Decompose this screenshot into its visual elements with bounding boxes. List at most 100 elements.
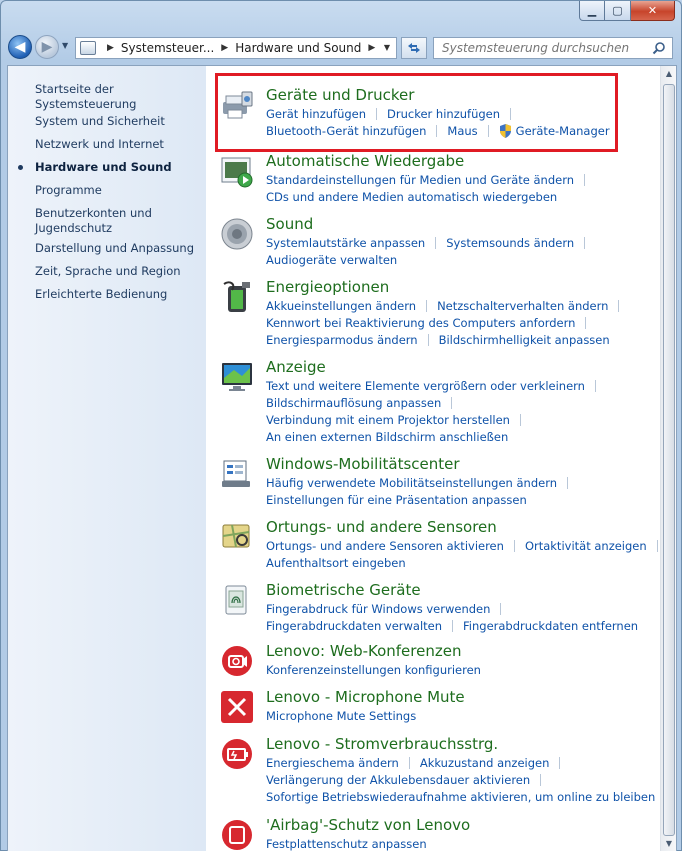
manage-fingerprint-link[interactable]: Fingerabdruckdaten verwalten: [266, 619, 442, 633]
sidebar-item-user-accounts[interactable]: Benutzerkonten und Jugendschutz: [35, 206, 203, 236]
vertical-scrollbar[interactable]: ▲ ▼: [660, 66, 676, 851]
battery-icon[interactable]: [220, 280, 254, 314]
left-navigation-pane: Startseite der Systemsteuerung System un…: [8, 66, 206, 851]
scroll-up-arrow-icon[interactable]: ▲: [662, 66, 676, 82]
microphone-mute-settings-link[interactable]: Microphone Mute Settings: [266, 709, 416, 723]
link-row: Festplattenschutz anpassen: [266, 837, 427, 851]
adjust-volume-link[interactable]: Systemlautstärke anpassen: [266, 236, 425, 250]
connect-projector-link[interactable]: Verbindung mit einem Projektor herstelle…: [266, 413, 510, 427]
link-row: Audiogeräte verwalten: [266, 253, 397, 267]
scroll-down-arrow-icon[interactable]: ▼: [662, 836, 676, 851]
sidebar-item-ease-of-access[interactable]: Erleichterte Bedienung: [35, 287, 203, 302]
sidebar-item-appearance[interactable]: Darstellung und Anpassung: [35, 241, 203, 256]
breadcrumb-separator-icon[interactable]: ▶: [221, 43, 228, 53]
screen-resolution-link[interactable]: Bildschirmauflösung anpassen: [266, 396, 441, 410]
use-fingerprint-link[interactable]: Fingerabdruck für Windows verwenden: [266, 602, 490, 616]
maximize-button[interactable]: ▢: [605, 1, 631, 21]
location-sensor-icon[interactable]: [220, 520, 254, 554]
change-power-plan-link[interactable]: Energieschema ändern: [266, 756, 399, 770]
manage-audio-devices-link[interactable]: Audiogeräte verwalten: [266, 253, 397, 267]
sleep-mode-link[interactable]: Energiesparmodus ändern: [266, 333, 418, 347]
screen-brightness-link[interactable]: Bildschirmhelligkeit anpassen: [439, 333, 610, 347]
text-size-link[interactable]: Text und weitere Elemente vergrößern ode…: [266, 379, 585, 393]
active-bullet-icon: [18, 165, 23, 170]
autoplay-defaults-link[interactable]: Standardeinstellungen für Medien und Ger…: [266, 173, 574, 187]
enable-sensors-link[interactable]: Ortungs- und andere Sensoren aktivieren: [266, 539, 504, 553]
sidebar-item-clock-region[interactable]: Zeit, Sprache und Region: [35, 264, 203, 279]
link-row: Fingerabdruck für Windows verwenden: [266, 602, 511, 616]
section-title[interactable]: 'Airbag'-Schutz von Lenovo: [266, 816, 470, 834]
section-title[interactable]: Lenovo - Microphone Mute: [266, 688, 465, 706]
search-input[interactable]: [442, 41, 642, 55]
add-bluetooth-device-link[interactable]: Bluetooth-Gerät hinzufügen: [266, 124, 426, 138]
power-button-link[interactable]: Netzschalterverhalten ändern: [437, 299, 608, 313]
device-manager-link[interactable]: Geräte-Manager: [516, 124, 610, 138]
fingerprint-icon[interactable]: [220, 583, 254, 617]
webcam-icon[interactable]: [220, 644, 254, 678]
address-dropdown-icon[interactable]: ▼: [380, 41, 394, 55]
section-title[interactable]: Energieoptionen: [266, 278, 389, 296]
close-button[interactable]: ✕: [631, 1, 675, 21]
extend-battery-life-link[interactable]: Verlängerung der Akkulebensdauer aktivie…: [266, 773, 530, 787]
link-row: Akkueinstellungen ändern Netzschalterverh…: [266, 299, 629, 313]
section-title[interactable]: Sound: [266, 215, 313, 233]
refresh-icon: [408, 43, 420, 53]
require-password-link[interactable]: Kennwort bei Reaktivierung des Computers…: [266, 316, 575, 330]
delete-fingerprint-link[interactable]: Fingerabdruckdaten entfernen: [463, 619, 638, 633]
search-icon[interactable]: [652, 41, 666, 55]
mobility-settings-link[interactable]: Häufig verwendete Mobilitätseinstellunge…: [266, 476, 557, 490]
address-bar[interactable]: ▶ Systemsteuer... ▶ Hardware und Sound ▶…: [75, 37, 397, 59]
link-row: Ortungs- und andere Sensoren aktivieren O…: [266, 539, 668, 553]
instant-resume-link[interactable]: Sofortige Betriebswiederaufnahme aktivie…: [266, 790, 655, 804]
section-title[interactable]: Lenovo: Web-Konferenzen: [266, 642, 461, 660]
hard-disk-protection-link[interactable]: Festplattenschutz anpassen: [266, 837, 427, 851]
search-box[interactable]: [433, 37, 673, 59]
power-manager-icon[interactable]: [220, 737, 254, 771]
breadcrumb-hardware-sound[interactable]: Hardware und Sound: [235, 41, 361, 55]
scroll-thumb[interactable]: [663, 84, 675, 836]
sidebar-item-system-security[interactable]: System und Sicherheit: [35, 114, 203, 129]
battery-status-link[interactable]: Akkuzustand anzeigen: [420, 756, 550, 770]
recent-pages-dropdown-icon[interactable]: ▼: [62, 41, 74, 53]
sidebar-item-control-panel-home[interactable]: Startseite der Systemsteuerung: [35, 82, 203, 112]
section-title[interactable]: Lenovo - Stromverbrauchsstrg.: [266, 735, 498, 753]
enter-location-link[interactable]: Aufenthaltsort eingeben: [266, 556, 406, 570]
section-title[interactable]: Automatische Wiedergabe: [266, 152, 464, 170]
breadcrumb-separator-icon[interactable]: ▶: [368, 43, 375, 53]
sidebar-item-network-internet[interactable]: Netzwerk und Internet: [35, 137, 203, 152]
back-button[interactable]: ◀: [8, 35, 32, 59]
breadcrumb-control-panel[interactable]: Systemsteuer...: [121, 41, 214, 55]
mobility-center-icon[interactable]: [220, 457, 254, 491]
refresh-button[interactable]: [401, 37, 427, 59]
mouse-link[interactable]: Maus: [447, 124, 477, 138]
forward-button[interactable]: ▶: [35, 35, 59, 59]
minimize-button[interactable]: ▁: [579, 1, 605, 21]
presentation-settings-link[interactable]: Einstellungen für eine Präsentation anpa…: [266, 493, 527, 507]
monitor-icon[interactable]: [220, 360, 254, 394]
conference-settings-link[interactable]: Konferenzeinstellungen konfigurieren: [266, 663, 481, 677]
add-printer-link[interactable]: Drucker hinzufügen: [387, 107, 500, 121]
section-title[interactable]: Geräte und Drucker: [266, 86, 414, 104]
change-system-sounds-link[interactable]: Systemsounds ändern: [446, 236, 574, 250]
section-title[interactable]: Ortungs- und andere Sensoren: [266, 518, 497, 536]
microphone-mute-icon[interactable]: [220, 690, 254, 724]
battery-settings-link[interactable]: Akkueinstellungen ändern: [266, 299, 416, 313]
uac-shield-icon: [499, 124, 511, 138]
sidebar-item-hardware-sound[interactable]: Hardware und Sound: [35, 160, 203, 175]
autoplay-icon[interactable]: [220, 154, 254, 188]
speaker-icon[interactable]: [220, 217, 254, 251]
airbag-icon[interactable]: [220, 818, 254, 851]
section-title[interactable]: Windows-Mobilitätscenter: [266, 455, 460, 473]
sidebar-item-programs[interactable]: Programme: [35, 183, 203, 198]
link-row: Standardeinstellungen für Medien und Ger…: [266, 173, 595, 187]
printer-icon[interactable]: [220, 88, 254, 122]
link-row: Einstellungen für eine Präsentation anpa…: [266, 493, 527, 507]
add-device-link[interactable]: Gerät hinzufügen: [266, 107, 366, 121]
location-activity-link[interactable]: Ortaktivität anzeigen: [525, 539, 647, 553]
autoplay-cds-link[interactable]: CDs und andere Medien automatisch wieder…: [266, 190, 557, 204]
breadcrumb-separator-icon[interactable]: ▶: [107, 43, 114, 53]
external-display-link[interactable]: An einen externen Bildschirm anschließen: [266, 430, 508, 444]
section-title[interactable]: Anzeige: [266, 358, 326, 376]
link-row: Bluetooth-Gerät hinzufügen Maus Geräte-Man…: [266, 124, 610, 138]
section-title[interactable]: Biometrische Geräte: [266, 581, 421, 599]
